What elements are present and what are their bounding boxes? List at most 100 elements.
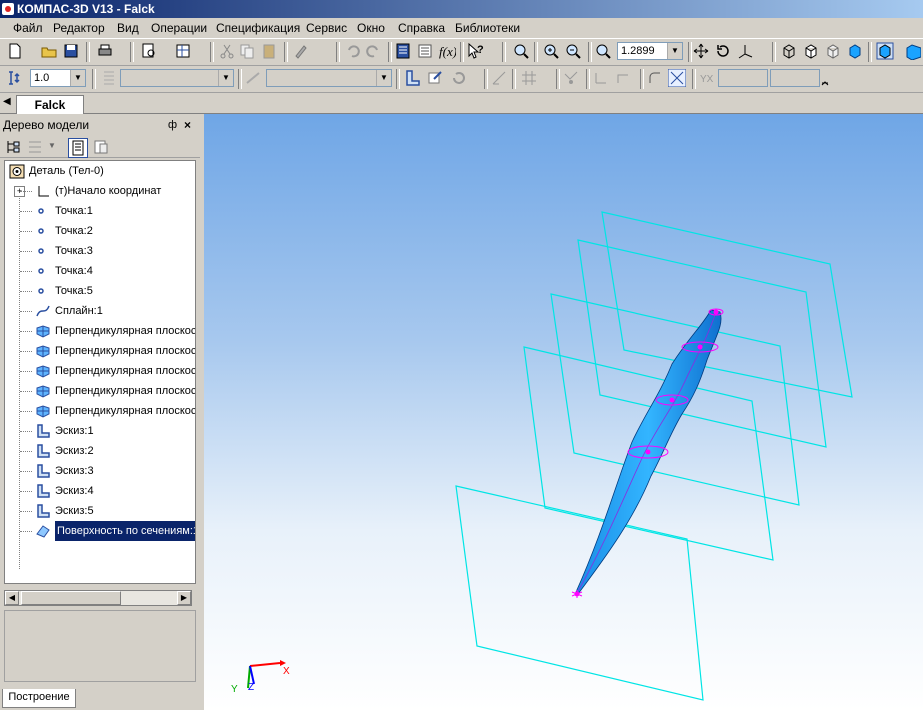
chevron-down-icon[interactable]: ▼	[667, 43, 682, 59]
perspective-icon[interactable]	[903, 42, 921, 60]
menu-help[interactable]: Справка	[398, 21, 445, 35]
chevron-down-icon[interactable]: ▼	[218, 70, 233, 86]
style-icon[interactable]	[244, 69, 262, 87]
redo-icon[interactable]	[364, 42, 382, 60]
tree-item[interactable]: Точка:3	[5, 241, 195, 261]
print-icon[interactable]	[96, 42, 114, 60]
step-icon[interactable]	[6, 69, 24, 87]
chevron-down-icon[interactable]: ▼	[376, 70, 391, 86]
pin-icon[interactable]: ф	[168, 116, 177, 134]
edit-sketch-icon[interactable]	[426, 69, 444, 87]
chevron-down-icon[interactable]	[820, 69, 830, 87]
scrollbar-thumb[interactable]	[21, 591, 121, 605]
menu-service[interactable]: Сервис	[306, 21, 347, 35]
shaded-edges-icon[interactable]	[876, 42, 894, 60]
new-document-icon[interactable]	[6, 42, 24, 60]
tab-construction[interactable]: Построение	[2, 689, 76, 708]
tree-item[interactable]: Эскиз:4	[5, 481, 195, 501]
zoom-out-icon[interactable]	[564, 42, 582, 60]
orientation-icon[interactable]	[736, 42, 754, 60]
point-4[interactable]	[697, 344, 703, 350]
tree-root-item[interactable]: Деталь (Тел-0)	[5, 161, 195, 181]
tree-item[interactable]: Эскиз:3	[5, 461, 195, 481]
wireframe-icon[interactable]	[780, 42, 798, 60]
tree-view-mode-icon[interactable]	[68, 138, 88, 158]
sketch-icon[interactable]	[404, 69, 422, 87]
tree-item[interactable]: Точка:2	[5, 221, 195, 241]
layer-icon[interactable]	[100, 69, 118, 87]
zoom-scale-icon[interactable]	[594, 42, 612, 60]
save-icon[interactable]	[62, 42, 80, 60]
3d-viewport[interactable]: X Y Z	[204, 114, 923, 710]
coord-x-field[interactable]	[718, 69, 768, 87]
tree-item[interactable]: Перпендикулярная плоскость	[5, 341, 195, 361]
close-icon[interactable]: ×	[184, 116, 191, 134]
menu-view[interactable]: Вид	[117, 21, 139, 35]
tree-item[interactable]: Перпендикулярная плоскость	[5, 401, 195, 421]
tree-item[interactable]: Эскиз:1	[5, 421, 195, 441]
tree-horizontal-scrollbar[interactable]: ◀ ▶	[4, 590, 192, 606]
zoom-in-icon[interactable]	[542, 42, 560, 60]
tree-item[interactable]: Перпендикулярная плоскость	[5, 361, 195, 381]
snap-icon[interactable]	[562, 69, 580, 87]
tree-item[interactable]: Эскиз:2	[5, 441, 195, 461]
menu-operations[interactable]: Операции	[151, 21, 207, 35]
point-5[interactable]	[713, 309, 719, 315]
point-1[interactable]	[574, 591, 580, 597]
menu-libraries[interactable]: Библиотеки	[455, 21, 520, 35]
chevron-down-icon[interactable]: ▼	[48, 141, 56, 150]
menu-edit[interactable]: Редактор	[53, 21, 105, 35]
pan-icon[interactable]	[692, 42, 710, 60]
tree-item[interactable]: Точка:5	[5, 281, 195, 301]
tree-item[interactable]: Поверхность по сечениям:1	[5, 521, 195, 541]
chevron-down-icon[interactable]: ▼	[70, 70, 85, 86]
tree-item[interactable]: Перпендикулярная плоскость	[5, 321, 195, 341]
plane-1[interactable]	[601, 211, 853, 398]
point-3[interactable]	[669, 397, 675, 403]
preview-icon[interactable]	[140, 42, 158, 60]
manager-icon[interactable]	[174, 42, 192, 60]
variables-icon[interactable]	[416, 42, 434, 60]
grid-icon[interactable]	[520, 69, 538, 87]
measure-icon[interactable]	[490, 69, 508, 87]
tab-scroll-left-icon[interactable]: ◀	[3, 96, 11, 107]
open-folder-icon[interactable]	[40, 42, 58, 60]
tree-item[interactable]: + (т)Начало координат	[5, 181, 195, 201]
tree-item[interactable]: Сплайн:1	[5, 301, 195, 321]
coord-y-field[interactable]	[770, 69, 820, 87]
function-icon[interactable]: f(x)	[438, 42, 456, 60]
shaded-icon[interactable]	[846, 42, 864, 60]
tree-list-mode-icon[interactable]	[92, 138, 110, 156]
menu-file[interactable]: Файл	[13, 21, 43, 35]
round-icon[interactable]	[646, 69, 664, 87]
tree-item[interactable]: Перпендикулярная плоскость	[5, 381, 195, 401]
cut-icon[interactable]	[218, 42, 236, 60]
local-cs-icon[interactable]	[592, 69, 610, 87]
thin-hidden-lines-icon[interactable]	[824, 42, 842, 60]
zoom-combo[interactable]: 1.2899 ▼	[617, 42, 683, 60]
layer-combo[interactable]: ▼	[120, 69, 234, 87]
hidden-lines-icon[interactable]	[802, 42, 820, 60]
style-combo[interactable]: ▼	[266, 69, 392, 87]
tab-falck[interactable]: Falck	[16, 95, 84, 114]
rebuild-icon[interactable]	[450, 69, 468, 87]
model-tree-icon[interactable]	[394, 42, 412, 60]
scroll-left-icon[interactable]: ◀	[5, 591, 19, 605]
tree-item[interactable]: Точка:1	[5, 201, 195, 221]
point-2[interactable]	[645, 449, 651, 455]
menu-window[interactable]: Окно	[357, 21, 385, 35]
menu-specification[interactable]: Спецификация	[216, 21, 300, 35]
paste-icon[interactable]	[260, 42, 278, 60]
tree-item[interactable]: Точка:4	[5, 261, 195, 281]
zoom-window-icon[interactable]	[512, 42, 530, 60]
tree-filter-icon[interactable]	[26, 138, 44, 156]
properties-icon[interactable]	[292, 42, 310, 60]
rotate-icon[interactable]	[714, 42, 732, 60]
parametric-mode-icon[interactable]	[668, 69, 686, 87]
line-step-combo[interactable]: 1.0 ▼	[30, 69, 86, 87]
copy-icon[interactable]	[238, 42, 256, 60]
ortho-icon[interactable]	[614, 69, 632, 87]
tree-structure-icon[interactable]	[4, 138, 22, 156]
context-help-icon[interactable]: ?	[466, 42, 484, 60]
coordinates-icon[interactable]: YX	[698, 69, 716, 87]
